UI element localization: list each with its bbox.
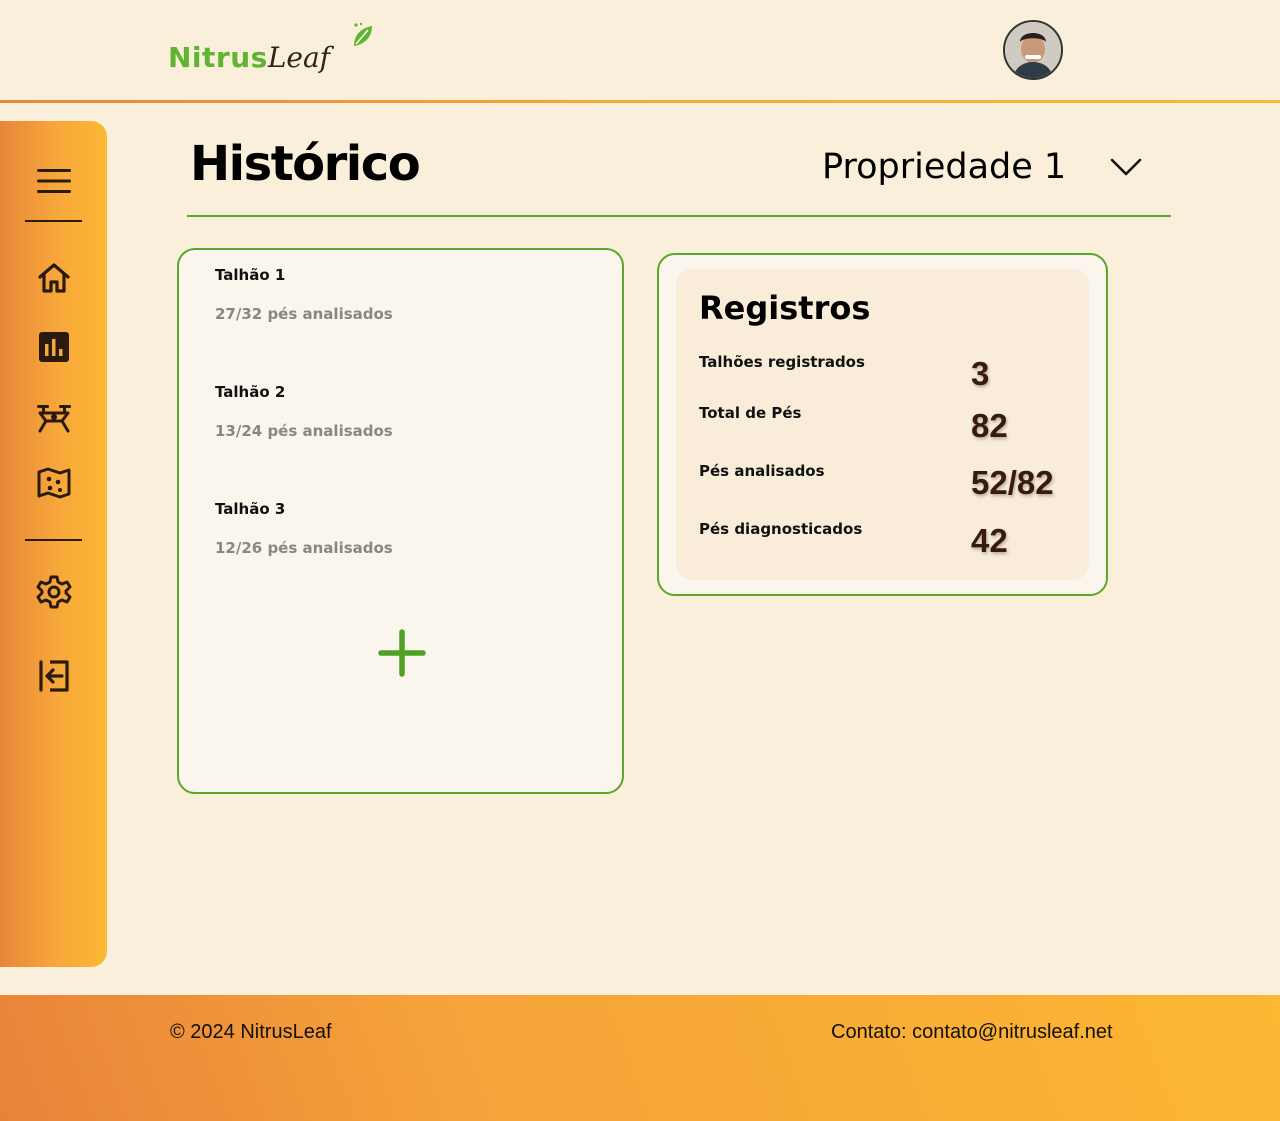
stat-label: Talhões registrados (699, 353, 865, 371)
talhao-name: Talhão 2 (215, 383, 286, 401)
title-divider (187, 215, 1171, 217)
map-icon (37, 467, 71, 499)
sidebar-item-drone[interactable] (34, 398, 74, 438)
settings-icon (36, 575, 72, 609)
stat-label: Total de Pés (699, 404, 802, 422)
property-dropdown[interactable]: Propriedade 1 (822, 145, 1142, 189)
stat-value: 3 (971, 355, 990, 392)
list-item[interactable]: Talhão 1 27/32 pés analisados (215, 266, 393, 323)
user-avatar[interactable] (1003, 20, 1063, 80)
stat-value: 52/82 (971, 464, 1054, 501)
list-item[interactable]: Talhão 2 13/24 pés analisados (215, 383, 393, 440)
logo-text-nitrus: Nitrus (168, 41, 268, 74)
sidebar-item-logout[interactable] (34, 656, 74, 696)
talhao-count: 13/24 pés analisados (215, 422, 393, 440)
talhao-count: 27/32 pés analisados (215, 305, 393, 323)
footer-copyright: © 2024 NitrusLeaf (170, 1021, 332, 1043)
sidebar-divider (25, 220, 82, 222)
registros-panel: Registros Talhões registrados 3 Total de… (676, 269, 1089, 580)
leaf-icon (354, 22, 372, 46)
sidebar (0, 121, 107, 967)
sidebar-divider (25, 539, 82, 541)
plus-icon (378, 629, 426, 677)
sidebar-item-map[interactable] (34, 463, 74, 503)
registros-title: Registros (699, 289, 871, 327)
avatar-icon (1005, 22, 1061, 78)
bar-chart-icon (39, 332, 69, 362)
stat-label: Pés diagnosticados (699, 520, 863, 538)
stat-value: 82 (971, 407, 1008, 444)
home-icon (38, 263, 70, 293)
chevron-down-icon (1110, 158, 1142, 176)
menu-button[interactable] (34, 161, 74, 201)
nitrusleaf-logo[interactable]: Nitrus Leaf (168, 22, 372, 74)
logout-icon (39, 660, 69, 692)
menu-icon (37, 169, 71, 193)
drone-icon (37, 405, 71, 433)
talhao-count: 12/26 pés analisados (215, 539, 393, 557)
add-talhao-button[interactable] (377, 628, 427, 678)
sidebar-item-home[interactable] (34, 258, 74, 298)
list-item[interactable]: Talhão 3 12/26 pés analisados (215, 500, 393, 557)
stat-value: 42 (971, 522, 1008, 559)
talhao-name: Talhão 3 (215, 500, 286, 518)
sidebar-item-settings[interactable] (34, 572, 74, 612)
talhoes-list-card: Talhão 1 27/32 pés analisados Talhão 2 1… (177, 248, 624, 794)
page-title: Histórico (190, 136, 421, 192)
footer-contact[interactable]: Contato: contato@nitrusleaf.net (831, 1021, 1113, 1044)
sidebar-item-dashboard[interactable] (34, 327, 74, 367)
stat-label: Pés analisados (699, 462, 825, 480)
footer: © 2024 NitrusLeaf Contato: contato@nitru… (0, 995, 1280, 1121)
header-divider (0, 100, 1280, 103)
logo-text-leaf: Leaf (267, 41, 331, 74)
property-selected-value: Propriedade 1 (822, 147, 1067, 187)
registros-card: Registros Talhões registrados 3 Total de… (657, 253, 1108, 596)
header: Nitrus Leaf (0, 0, 1280, 100)
talhao-name: Talhão 1 (215, 266, 286, 284)
